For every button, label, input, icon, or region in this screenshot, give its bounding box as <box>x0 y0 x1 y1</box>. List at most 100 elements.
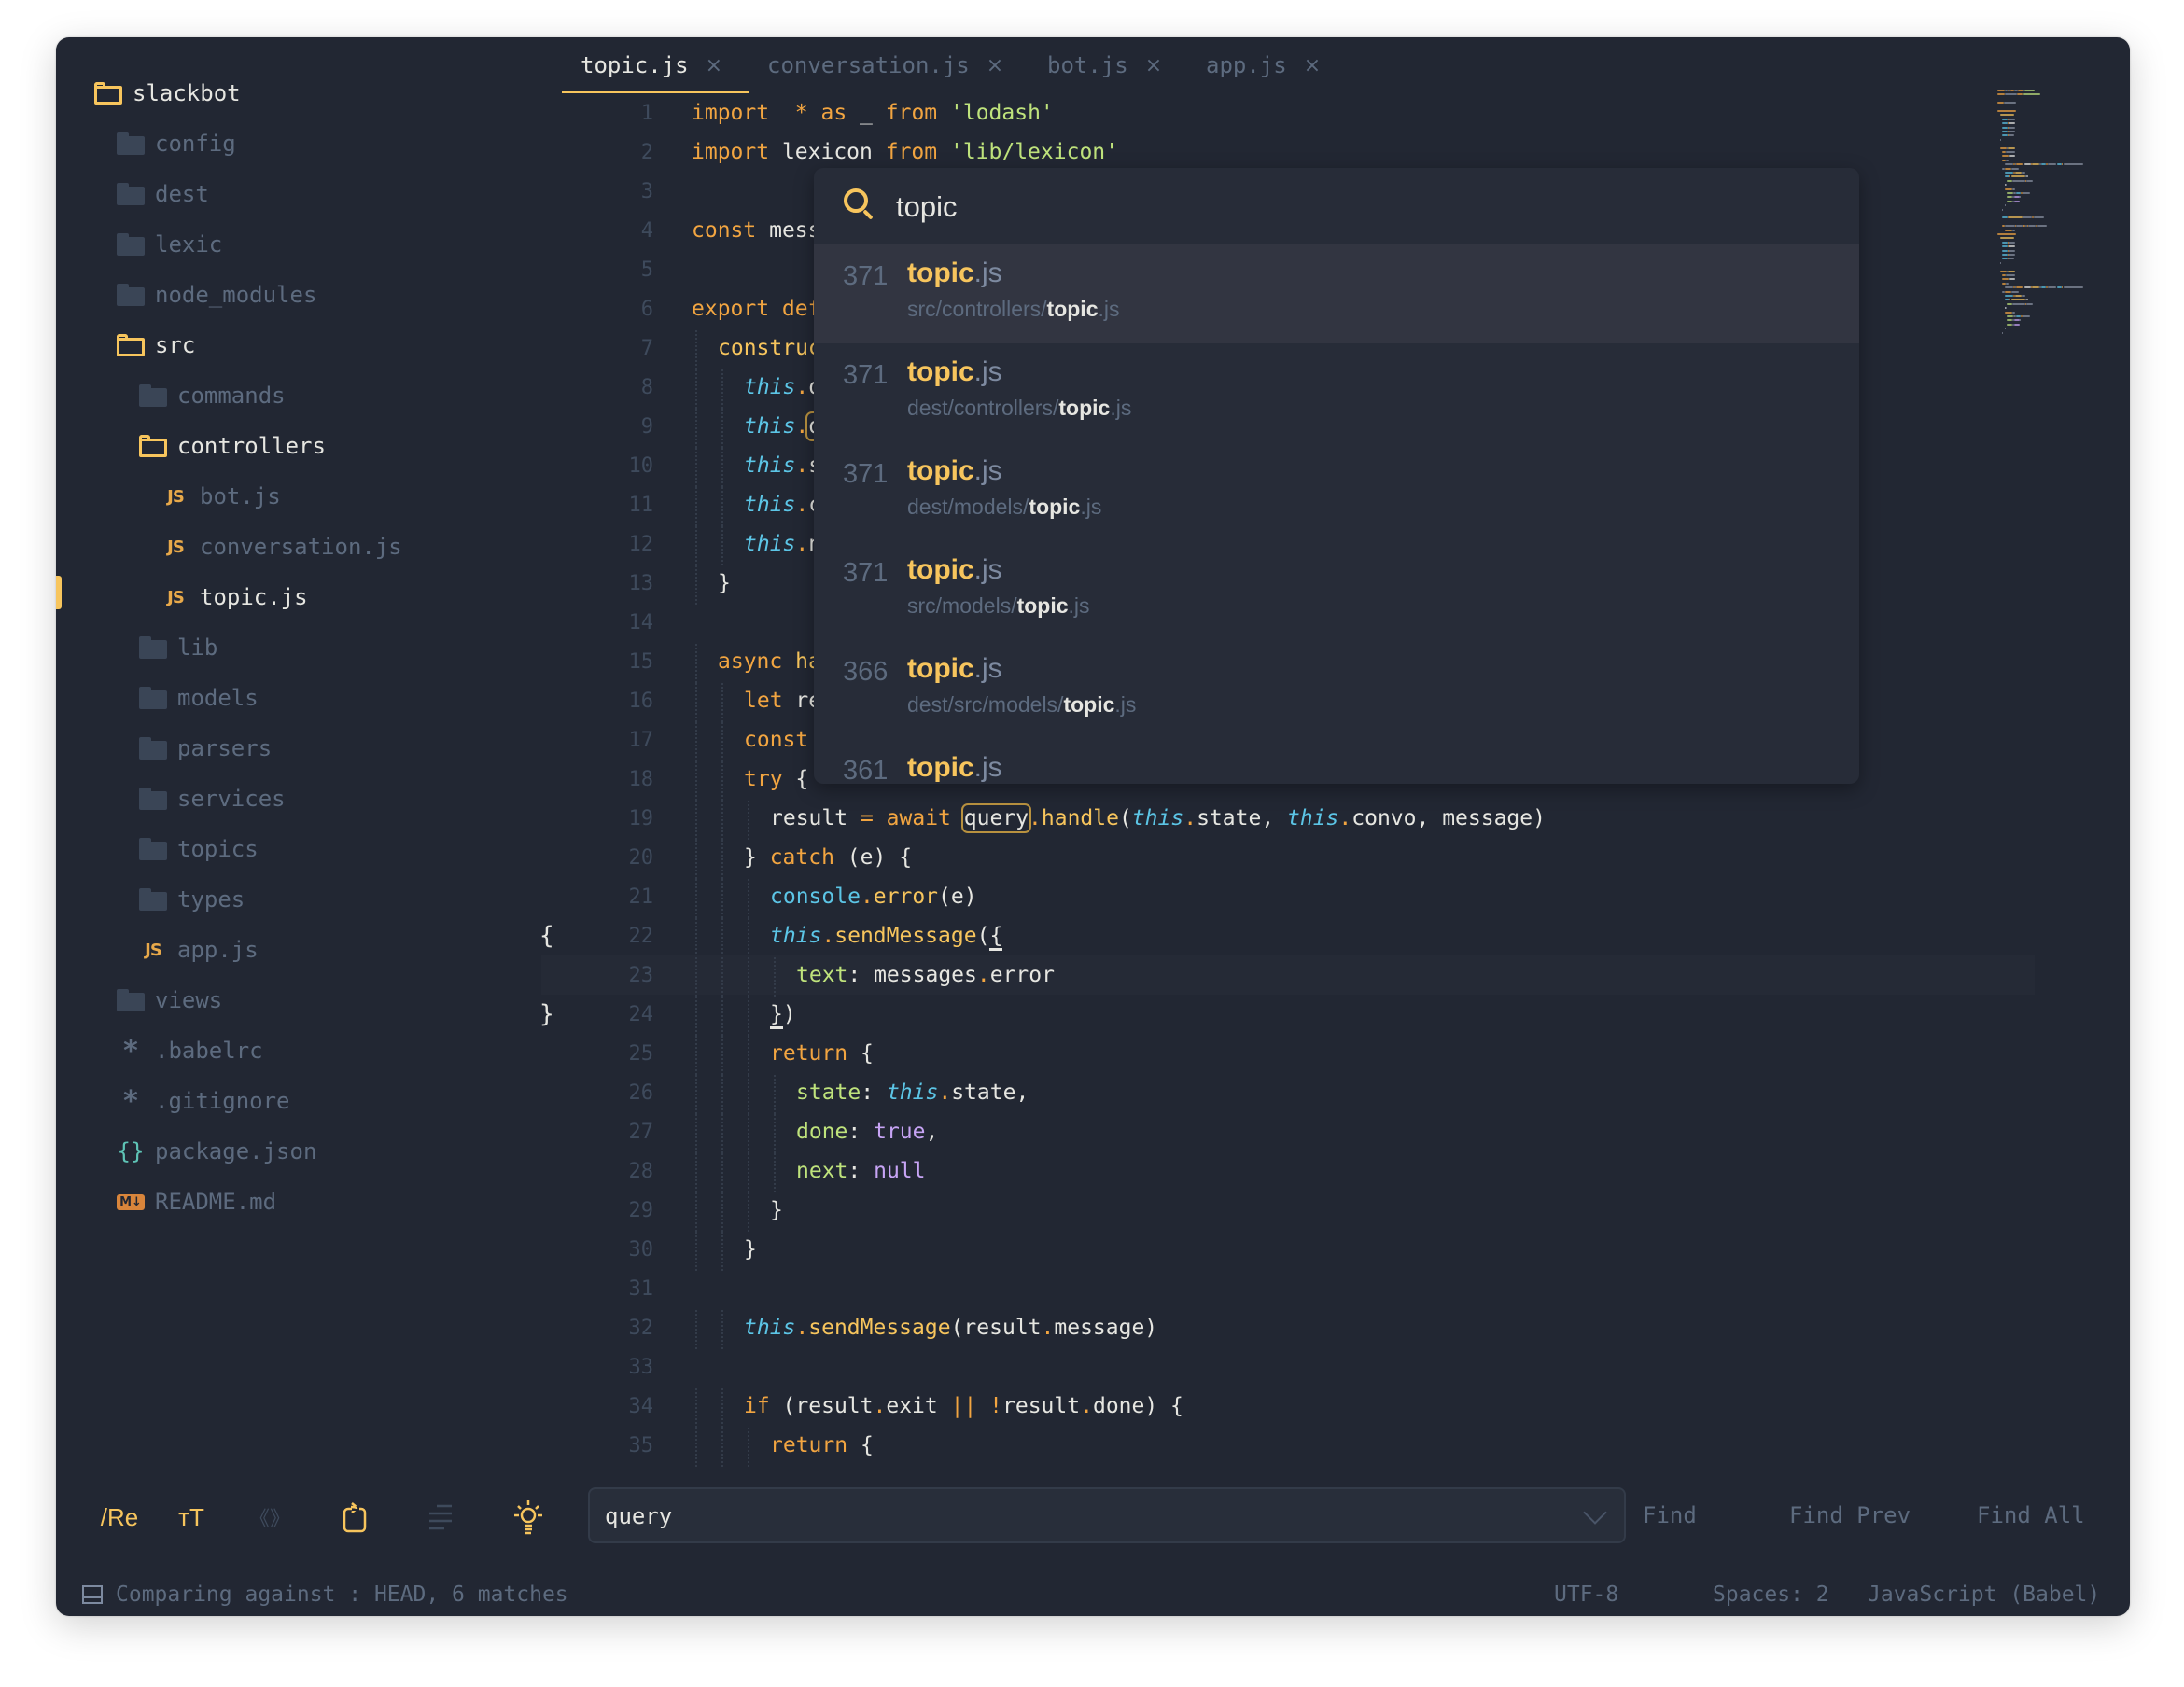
close-icon[interactable]: × <box>1145 54 1162 77</box>
minimap-segment <box>1999 114 2014 117</box>
minimap-segment <box>2002 208 2004 211</box>
find-all-button[interactable]: Find All <box>1977 1497 2085 1534</box>
code-line[interactable]: 25 return { <box>541 1034 2035 1073</box>
tab-conversation-js[interactable]: conversation.js × <box>767 37 1003 93</box>
code-line[interactable]: 24}}) <box>539 995 2035 1034</box>
minimap-segment <box>2023 163 2031 166</box>
tree-item-config[interactable]: config <box>116 125 236 162</box>
tab-bot-js[interactable]: bot.js × <box>1047 37 1162 93</box>
indent-guide <box>721 1114 723 1153</box>
code-text: console.error(e) <box>770 885 977 909</box>
tree-item-babelrc[interactable]: * .babelrc <box>116 1032 262 1069</box>
tree-item-lexic[interactable]: lexic <box>116 226 222 263</box>
code-line[interactable]: 26 state: this.state, <box>541 1073 2035 1112</box>
code-line[interactable]: 28 next: null <box>541 1151 2035 1191</box>
find-field[interactable] <box>588 1487 1626 1543</box>
token: : <box>861 1081 887 1105</box>
tree-item-slackbot[interactable]: slackbot <box>93 75 241 112</box>
close-icon[interactable]: × <box>1304 54 1321 77</box>
minimap[interactable] <box>1997 90 2109 334</box>
tree-item-services[interactable]: services <box>138 780 286 817</box>
code-line[interactable]: 32 this.sendMessage(result.message) <box>541 1308 2035 1347</box>
code-line[interactable]: 27 done: true, <box>541 1112 2035 1151</box>
quick-open-input[interactable] <box>896 187 1736 228</box>
find-button[interactable]: Find <box>1643 1497 1697 1534</box>
tree-item-bot-js[interactable]: JS bot.js <box>161 478 281 515</box>
code-line[interactable]: 21 console.error(e) <box>541 877 2035 916</box>
line-number: 23 <box>628 963 654 987</box>
find-prev-button[interactable]: Find Prev <box>1789 1497 1911 1534</box>
result-path-rest: .js <box>1068 593 1090 618</box>
fold-close-brace-marker[interactable]: } <box>539 1000 554 1028</box>
tree-item-node-modules[interactable]: node_modules <box>116 276 316 314</box>
code-line[interactable]: 29} <box>541 1191 2035 1230</box>
minimap-segment <box>2009 245 2015 248</box>
tree-item-label: topics <box>177 836 259 862</box>
tab-app-js[interactable]: app.js × <box>1206 37 1321 93</box>
fold-open-brace-marker[interactable]: { <box>539 922 554 950</box>
quick-open-result[interactable]: 371 topic.js dest/controllers/topic.js <box>814 343 1859 442</box>
in-selection-toggle[interactable] <box>422 1500 459 1534</box>
tree-item-lib[interactable]: lib <box>138 629 217 666</box>
code-line[interactable]: 1 import * as _ from 'lodash' <box>541 93 2035 132</box>
tree-item-readme-md[interactable]: M↓ README.md <box>116 1183 276 1220</box>
line-number: 12 <box>628 532 654 556</box>
quick-open-result[interactable]: 361 topic.js <box>814 739 1859 784</box>
case-sensitive-toggle[interactable]: тT <box>168 1500 215 1534</box>
token: next <box>796 1159 848 1183</box>
wrap-toggle[interactable] <box>336 1500 373 1534</box>
result-path-match: topic <box>1016 593 1069 618</box>
quick-open-result[interactable]: 371 topic.js src/models/topic.js <box>814 541 1859 640</box>
tree-item-types[interactable]: types <box>138 881 245 918</box>
close-icon[interactable]: × <box>706 54 722 77</box>
tree-item-app-js[interactable]: JS app.js <box>138 931 259 969</box>
tree-item-package-json[interactable]: {} package.json <box>116 1133 317 1170</box>
token: . <box>976 963 990 987</box>
code-line[interactable]: 22{this.sendMessage({ <box>539 916 2035 955</box>
tree-item-gitignore[interactable]: * .gitignore <box>116 1082 289 1120</box>
indent-guide <box>721 1153 723 1192</box>
code-line[interactable]: 34 if (result.exit || !result.done) { <box>541 1387 2035 1426</box>
tree-item-commands[interactable]: commands <box>138 377 286 414</box>
minimap-segment <box>2023 286 2031 289</box>
quick-open-result[interactable]: 366 topic.js dest/src/models/topic.js <box>814 640 1859 739</box>
status-syntax[interactable]: JavaScript (Babel) <box>1868 1579 2100 1610</box>
code-line[interactable]: 30} <box>541 1230 2035 1269</box>
status-encoding[interactable]: UTF-8 <box>1554 1579 1618 1610</box>
tree-item-views[interactable]: views <box>116 982 222 1019</box>
panel-toggle-icon[interactable] <box>82 1585 103 1604</box>
whole-word-toggle[interactable]: 《》 <box>246 1500 293 1534</box>
code-line[interactable]: 20} catch (e) { <box>541 838 2035 877</box>
code-line[interactable]: 23 text: messages.error <box>541 955 2035 995</box>
indent-guide <box>748 1075 749 1114</box>
tree-item-conversation-js[interactable]: JS conversation.js <box>161 528 402 565</box>
token: 'lib/lexicon' <box>949 140 1118 164</box>
tree-item-topics[interactable]: topics <box>138 830 259 868</box>
regex-toggle[interactable]: /Re <box>93 1500 146 1534</box>
token: this <box>744 453 796 478</box>
result-path-match: topic <box>1046 297 1099 321</box>
close-icon[interactable]: × <box>987 54 1003 77</box>
tree-item-parsers[interactable]: parsers <box>138 730 272 767</box>
quick-open-result[interactable]: 371 topic.js dest/models/topic.js <box>814 442 1859 541</box>
code-line[interactable]: 31 <box>541 1269 2035 1308</box>
code-line[interactable]: 35 return { <box>541 1426 2035 1465</box>
highlight-matches-toggle[interactable] <box>508 1500 549 1535</box>
tree-item-controllers[interactable]: controllers <box>138 427 326 465</box>
tree-item-src[interactable]: src <box>116 327 195 364</box>
status-git[interactable]: Comparing against : HEAD, 6 matches <box>82 1579 568 1610</box>
find-input[interactable] <box>603 1499 1540 1534</box>
token: . <box>938 1081 952 1105</box>
minimap-segment <box>2005 184 2008 187</box>
code-line[interactable]: 2 import lexicon from 'lib/lexicon' <box>541 132 2035 172</box>
tree-item-label: commands <box>177 383 286 409</box>
tree-item-dest[interactable]: dest <box>116 175 209 213</box>
tree-item-topic-js[interactable]: JS topic.js <box>161 579 307 616</box>
quick-open-result[interactable]: 371 topic.js src/controllers/topic.js <box>814 244 1859 343</box>
code-line[interactable]: 19 result = await query.handle(this.state… <box>541 799 2035 838</box>
tab-topic-js[interactable]: topic.js × <box>581 37 722 93</box>
code-line[interactable]: 33 <box>541 1347 2035 1387</box>
tree-item-models[interactable]: models <box>138 679 259 717</box>
chevron-down-icon[interactable] <box>1583 1500 1607 1525</box>
status-indentation[interactable]: Spaces: 2 <box>1713 1579 1829 1610</box>
